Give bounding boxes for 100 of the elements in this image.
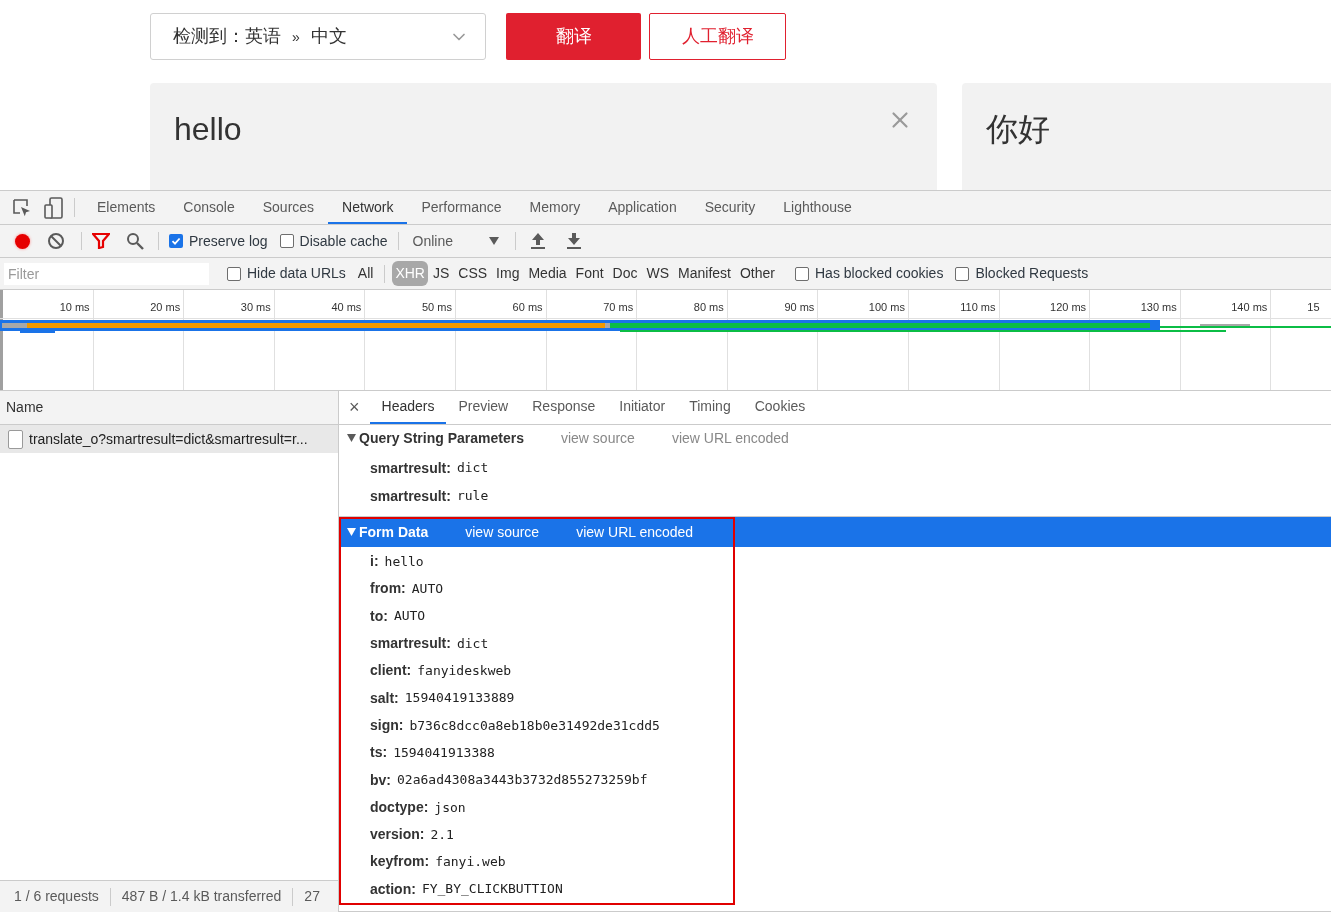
devtools-tab[interactable]: Security: [690, 191, 770, 224]
param-name: bv:: [370, 770, 391, 790]
resource-type-filter[interactable]: Media: [524, 261, 571, 286]
download-icon[interactable]: [565, 232, 582, 250]
param-name: smartresult:: [370, 458, 451, 478]
param-value: json: [434, 798, 466, 817]
disclosure-triangle-icon: [347, 434, 356, 442]
devtools-tab[interactable]: Lighthouse: [769, 191, 866, 224]
param-value: dict: [456, 459, 489, 478]
result-text: 你好: [986, 111, 1050, 147]
source-text-panel[interactable]: hello: [150, 83, 937, 190]
timeline-tick-label: 70 ms: [603, 301, 634, 313]
resource-type-filter[interactable]: JS: [428, 261, 454, 286]
request-name: translate_o?smartresult=dict&smartresult=r...: [29, 429, 308, 449]
checkmark-icon: [171, 236, 181, 246]
timeline-tick-label: 30 ms: [240, 301, 271, 313]
resource-type-filter[interactable]: Manifest: [674, 261, 735, 286]
devtools-tab[interactable]: Elements: [83, 191, 170, 224]
timeline-tick-label: 90 ms: [784, 301, 815, 313]
name-column-header[interactable]: Name: [0, 391, 338, 425]
param-value: FY_BY_CLICKBUTTION: [421, 880, 563, 899]
view-link[interactable]: view source: [465, 521, 540, 543]
checkbox-label: Hide data URLs: [247, 264, 346, 283]
param-name: action:: [370, 879, 416, 899]
source-text: hello: [174, 110, 242, 149]
section-header[interactable]: Query String Parameters view source view URL encoded: [339, 425, 1331, 451]
resource-type-filter[interactable]: Doc: [608, 261, 642, 286]
detail-tab[interactable]: Cookies: [742, 391, 818, 424]
timeline-tick-label: 130 ms: [1140, 301, 1177, 313]
filter-field[interactable]: Filter: [4, 262, 209, 285]
view-link[interactable]: view URL encoded: [671, 427, 789, 449]
resource-type-filter[interactable]: Other: [736, 261, 779, 286]
param-value: 1594041913388: [393, 743, 495, 762]
throttle-select[interactable]: Online: [408, 230, 499, 252]
view-link[interactable]: view source: [560, 427, 635, 449]
resource-type-filter[interactable]: Font: [571, 261, 608, 286]
detail-tab[interactable]: Initiator: [607, 391, 678, 424]
param-value: 02a6ad4308a3443b3732d855273259bf: [397, 771, 648, 790]
request-row[interactable]: translate_o?smartresult=dict&smartresult=r...: [0, 425, 338, 453]
param-value: 15940419133889: [404, 689, 515, 708]
detail-tab[interactable]: Timing: [677, 391, 743, 424]
param-name: salt:: [370, 688, 399, 708]
section-header[interactable]: Form Data view source view URL encoded: [339, 517, 1331, 547]
detail-tab[interactable]: Headers: [369, 391, 447, 424]
param-value: fanyideskweb: [417, 662, 512, 681]
param-value: rule: [456, 487, 489, 506]
language-select[interactable]: 检测到：英语 » 中文: [150, 13, 486, 60]
inspect-element-icon[interactable]: [12, 197, 32, 218]
checkbox[interactable]: [227, 266, 241, 281]
checkbox[interactable]: [795, 266, 809, 281]
dropdown-triangle-icon: [488, 237, 499, 245]
checkbox[interactable]: [169, 234, 183, 248]
timeline-tick-label: 40 ms: [331, 301, 362, 313]
translate-button[interactable]: 翻译: [506, 13, 641, 60]
checkbox[interactable]: [279, 234, 294, 248]
status-text: 27: [304, 887, 320, 906]
param-value: AUTO: [411, 580, 444, 599]
checkbox-label: Blocked Requests: [975, 264, 1089, 283]
param-value: 2.1: [430, 825, 454, 844]
disclosure-triangle-icon: [347, 528, 356, 536]
devtools-tab[interactable]: Console: [169, 191, 249, 224]
close-button[interactable]: ×: [349, 391, 370, 424]
detail-tab[interactable]: Preview: [446, 391, 521, 424]
devtools-tab[interactable]: Sources: [248, 191, 329, 224]
timeline-tick-label: 120 ms: [1050, 301, 1087, 313]
param-value: b736c8dcc0a8eb18b0e31492de31cdd5: [409, 716, 660, 735]
resource-type-filter[interactable]: All: [353, 261, 378, 286]
checkbox-label: Preserve log: [189, 231, 268, 251]
resource-type-filter[interactable]: WS: [642, 261, 674, 286]
param-name: version:: [370, 825, 425, 845]
timeline-tick-label: 15: [1307, 301, 1320, 313]
status-text: 487 B / 1.4 kB transferred: [121, 887, 282, 906]
checkbox-label: Has blocked cookies: [815, 264, 944, 283]
param-value: AUTO: [393, 607, 426, 626]
param-name: doctype:: [370, 797, 429, 817]
timeline-tick-label: 110 ms: [960, 301, 996, 313]
timeline-tick-label: 10 ms: [59, 301, 90, 313]
timeline-tick-label: 140 ms: [1231, 301, 1268, 313]
param-value: dict: [456, 634, 489, 653]
view-link[interactable]: view URL encoded: [576, 521, 694, 543]
param-name: sign:: [370, 715, 404, 735]
search-icon[interactable]: [126, 232, 144, 250]
resource-type-filter[interactable]: Img: [492, 261, 524, 286]
resource-type-filter[interactable]: CSS: [454, 261, 492, 286]
detail-tab[interactable]: Response: [520, 391, 608, 424]
checkbox[interactable]: [955, 266, 970, 281]
timeline-tick-label: 80 ms: [693, 301, 724, 313]
device-toolbar-icon[interactable]: [44, 196, 64, 219]
param-name: keyfrom:: [370, 852, 430, 872]
translate-button[interactable]: 人工翻译: [649, 13, 786, 60]
param-name: to:: [370, 606, 388, 626]
language-select-value: 检测到：英语 » 中文: [173, 25, 347, 48]
section-title: Query String Parameters: [359, 428, 524, 448]
devtools-tab[interactable]: Performance: [407, 191, 516, 224]
upload-icon[interactable]: [529, 232, 546, 250]
filter-icon[interactable]: [92, 233, 110, 249]
param-value: hello: [384, 552, 424, 571]
devtools-tab[interactable]: Memory: [515, 191, 595, 224]
devtools-tab[interactable]: Application: [594, 191, 691, 224]
clear-icon[interactable]: [47, 232, 65, 250]
